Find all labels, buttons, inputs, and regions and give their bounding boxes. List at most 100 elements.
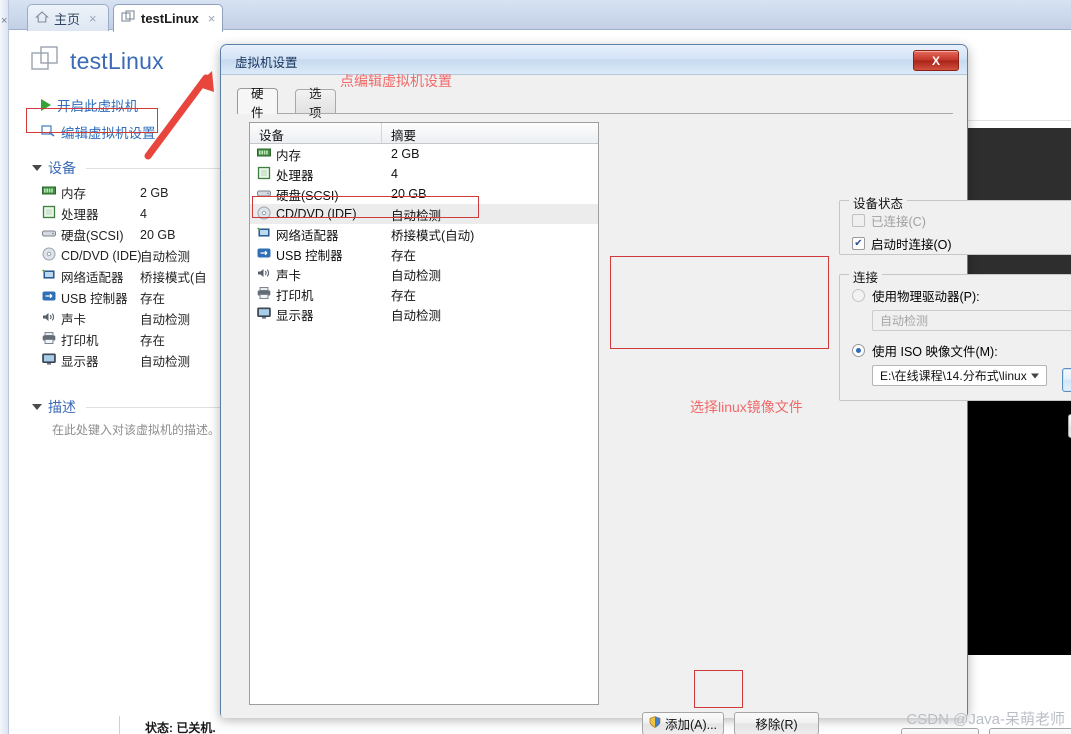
device-cell: 网络适配器 [250,225,382,244]
tab-home-close-icon[interactable]: × [89,11,97,26]
summary-device-label: 显示器 [61,351,99,370]
status-badge: 状态: 已关机. [145,719,216,734]
table-row[interactable]: 处理器 4 [250,164,598,184]
summary-device-row[interactable]: 网络适配器桥接模式(自 [28,266,225,287]
device-cell-label: 处理器 [276,165,314,184]
tab-home[interactable]: 主页 × [27,4,109,31]
description-placeholder[interactable]: 在此处键入对该虚拟机的描述。 [52,421,225,438]
table-row[interactable]: 声卡自动检测 [250,264,598,284]
summary-device-label: 处理器 [61,204,99,223]
summary-device-row[interactable]: 硬盘(SCSI)20 GB [28,224,225,245]
add-device-button[interactable]: 添加(A)... [642,712,724,734]
remove-device-button[interactable]: 移除(R) [734,712,819,734]
add-device-label: 添加(A)... [665,714,717,733]
table-row[interactable]: 打印机存在 [250,284,598,304]
highlight-box-connection [610,256,829,349]
tab-testlinux[interactable]: testLinux × [113,4,223,32]
sound-icon [257,266,271,283]
connected-checkbox-row[interactable]: 已连接(C) [852,211,1071,230]
summary-cell: 存在 [382,245,416,264]
dialog-title-bar[interactable]: 虚拟机设置 X [221,45,967,75]
summary-device-row[interactable]: CD/DVD (IDE)自动检测 [28,245,225,266]
highlight-box-ok-button [694,670,743,708]
network-icon [257,226,271,243]
summary-device-row[interactable]: 处理器 4 [28,203,225,224]
device-cell: 内存 [250,145,382,164]
device-table-body: 内存2 GB处理器4硬盘(SCSI)20 GBCD/DVD (IDE)自动检测网… [250,144,598,324]
devices-section-header[interactable]: 设备 [32,158,225,178]
tab-options[interactable]: 选项 [295,89,336,113]
table-row[interactable]: USB 控制器 存在 [250,244,598,264]
cpu-icon [42,205,56,222]
tab-hardware[interactable]: 硬件 [237,88,278,114]
summary-device-row[interactable]: 内存2 GB [28,182,225,203]
tab-hardware-label: 硬件 [251,83,264,121]
tab-testlinux-close-icon[interactable]: × [208,11,216,26]
device-cell-label: 网络适配器 [276,225,339,244]
vm-summary-pane: testLinux 开启此虚拟机 编辑虚拟机设置 [28,36,225,726]
column-header-device: 设备 [250,123,382,143]
description-section-header[interactable]: 描述 [32,397,225,417]
connected-label: 已连接(C) [871,211,926,230]
caret-down-icon [32,165,42,171]
summary-device-value: 2 GB [140,186,169,200]
device-status-group: 设备状态 已连接(C) ✔ 启动时连接(O) [839,200,1071,255]
usb-icon [257,246,271,263]
table-row[interactable]: 显示器自动检测 [250,304,598,324]
remove-device-label: 移除(R) [755,714,797,733]
connect-at-power-on-row[interactable]: ✔ 启动时连接(O) [852,234,1071,253]
summary-device-value: 桥接模式(自 [140,267,207,286]
summary-device-row[interactable]: USB 控制器存在 [28,287,225,308]
summary-cell: 存在 [382,285,416,304]
connection-group: 连接 使用物理驱动器(P): 自动检测 使用 ISO 映像文件(M): [839,274,1071,401]
summary-cell: 4 [382,167,398,181]
physical-drive-radio-row[interactable]: 使用物理驱动器(P): [852,286,1071,305]
summary-cell: 2 GB [382,147,420,161]
annotation-select-iso: 选择linux镜像文件 [690,397,803,417]
connection-legend: 连接 [849,267,882,286]
watermark: CSDN @Java-呆萌老师 [906,708,1065,729]
display-icon [257,306,271,323]
iso-image-radio[interactable] [852,344,865,357]
window-left-edge [0,0,9,734]
summary-cell: 桥接模式(自动) [382,225,474,244]
summary-device-value: 自动检测 [140,351,190,370]
browse-button[interactable]: 浏览(B)... [1062,368,1071,392]
column-header-summary: 摘要 [382,123,416,143]
display-icon [42,352,56,369]
summary-device-value: 存在 [140,288,165,307]
shield-icon [649,716,661,731]
physical-drive-radio[interactable] [852,289,865,302]
dialog-body: 硬件 选项 设备 摘要 内存2 GB处理器4硬盘(SCSI)20 GBCD/DV… [221,75,967,718]
vm-title-row: testLinux [30,44,225,79]
summary-device-row[interactable]: 显示器 自动检测 [28,350,225,371]
caret-down-icon [32,404,42,410]
device-cell-label: USB 控制器 [276,245,343,264]
summary-device-value: 4 [140,207,147,221]
connect-at-power-on-checkbox[interactable]: ✔ [852,237,865,250]
summary-device-value: 存在 [140,330,165,349]
summary-device-row[interactable]: 打印机存在 [28,329,225,350]
summary-device-label: CD/DVD (IDE) [61,249,142,263]
memory-icon [257,146,271,163]
table-row[interactable]: 网络适配器 桥接模式(自动) [250,224,598,244]
device-cell: 声卡 [250,265,382,284]
connected-checkbox[interactable] [852,214,865,227]
summary-device-row[interactable]: 声卡自动检测 [28,308,225,329]
summary-device-value: 自动检测 [140,309,190,328]
iso-path-value: E:\在线课程\14.分布式\linux [880,367,1027,384]
description-section-title: 描述 [48,397,76,417]
connect-at-power-on-label: 启动时连接(O) [871,234,952,253]
iso-image-radio-row[interactable]: 使用 ISO 映像文件(M): [852,341,1071,360]
iso-path-select[interactable]: E:\在线课程\14.分布式\linux [872,365,1047,386]
window-corner-close-icon[interactable]: × [1,15,7,27]
physical-drive-select[interactable]: 自动检测 [872,310,1071,331]
printer-icon [42,331,56,348]
device-cell-label: 内存 [276,145,301,164]
page-title: testLinux [70,48,164,75]
table-row[interactable]: 内存 2 GB [250,144,598,164]
home-icon [35,10,49,27]
summary-device-list: 内存2 GB处理器4硬盘(SCSI)20 GBCD/DVD (IDE)自动检测网… [28,182,225,371]
close-icon[interactable]: X [913,50,959,71]
annotation-edit-settings: 点编辑虚拟机设置 [340,71,452,91]
